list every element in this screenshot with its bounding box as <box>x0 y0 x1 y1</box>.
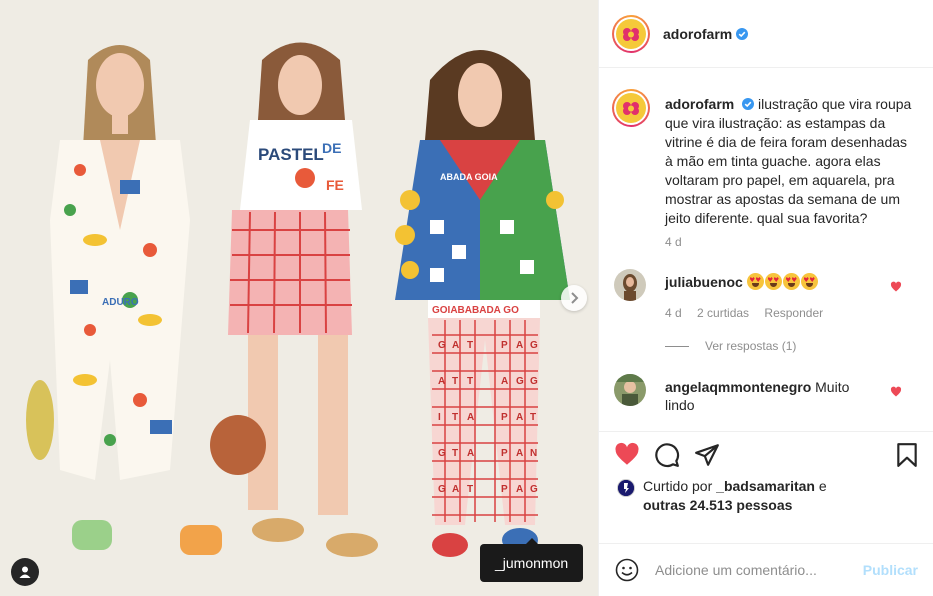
comment-avatar[interactable] <box>614 269 646 301</box>
post-image[interactable]: ADURO PASTEL DE FE ABADA GOIA GOIABABADA… <box>0 0 598 596</box>
comment-meta: 4 d 2 curtidas Responder <box>665 306 835 320</box>
shirt-print-line2: DE <box>322 140 341 156</box>
tagged-users-button[interactable] <box>11 558 39 586</box>
comment-input[interactable] <box>655 562 845 578</box>
pants-print-letter: A <box>516 412 523 423</box>
comments-list[interactable]: adorofarm ilustração que vira roupa que … <box>599 69 933 431</box>
image-user-tag-label: _jumonmon <box>495 555 569 571</box>
pants-print-letter: T <box>467 376 473 387</box>
emoji-picker-icon[interactable] <box>615 558 639 582</box>
liked-by-joiner: e <box>818 478 827 494</box>
account-username[interactable]: adorofarm <box>663 26 732 42</box>
caption-text: adorofarm ilustração que vira roupa que … <box>665 95 915 228</box>
pants-print-letter: P <box>501 412 508 423</box>
pants-print-letter: N <box>530 448 537 459</box>
pants-print-letter: T <box>467 484 473 495</box>
pants-print-letter: A <box>452 340 459 351</box>
shirt-print-line1: PASTEL <box>258 145 324 164</box>
pants-print-letter: G <box>530 376 538 387</box>
pants-print-letter: A <box>516 340 523 351</box>
comment-username[interactable]: angelaqmmontenegro <box>665 379 811 395</box>
fashion-illustration: ADURO PASTEL DE FE ABADA GOIA GOIABABADA… <box>0 0 598 596</box>
comment-timestamp[interactable]: 4 d <box>665 306 682 320</box>
liker-avatar[interactable] <box>617 479 635 497</box>
account-avatar[interactable] <box>612 14 650 53</box>
caption-body: ilustração que vira roupa que vira ilust… <box>665 96 912 226</box>
comment-text: juliabuenoc <box>665 273 865 291</box>
publish-button[interactable]: Publicar <box>863 562 918 578</box>
pants-print-letter: G <box>438 448 446 459</box>
pants-print-letter: A <box>438 376 445 387</box>
pants-print-letter: T <box>530 412 536 423</box>
pants-print-letter: A <box>516 448 523 459</box>
image-user-tag[interactable]: _jumonmon <box>480 538 584 582</box>
chevron-right-icon <box>571 292 579 304</box>
verified-badge-icon <box>742 98 755 110</box>
comment-like-heart-icon[interactable] <box>890 386 902 398</box>
pants-print-letter: A <box>467 448 474 459</box>
likes-count[interactable]: outras 24.513 pessoas <box>643 497 792 513</box>
comment-like-heart-icon[interactable] <box>890 281 902 293</box>
view-replies-button[interactable]: Ver respostas (1) <box>665 339 796 353</box>
comment-icon[interactable] <box>654 442 680 468</box>
pants-print-letter: T <box>452 412 458 423</box>
pants-print-letter: A <box>516 484 523 495</box>
add-comment-bar: Publicar <box>599 543 933 596</box>
pants-print-letter: G <box>530 340 538 351</box>
pants-print-letter: A <box>501 376 508 387</box>
pants-print-letter: I <box>438 412 441 423</box>
reply-button[interactable]: Responder <box>764 306 823 320</box>
save-bookmark-icon[interactable] <box>894 442 920 468</box>
pants-print-letter: G <box>438 340 446 351</box>
share-icon[interactable] <box>694 442 720 468</box>
caption-timestamp[interactable]: 4 d <box>665 235 682 249</box>
pants-print-letter: T <box>452 376 458 387</box>
liked-by-user[interactable]: _badsamaritan <box>716 478 815 494</box>
pants-print-letter: G <box>516 376 524 387</box>
like-heart-icon[interactable] <box>614 442 640 468</box>
verified-badge-icon <box>736 27 749 40</box>
pants-print-letter: P <box>501 340 508 351</box>
comment-likes-count[interactable]: 2 curtidas <box>697 306 749 320</box>
pants-print-letter: T <box>467 340 473 351</box>
post-panel: adorofarm adorofarm ilustração que vira … <box>598 0 933 596</box>
post-actions: Curtido por _badsamaritan e outras 24.51… <box>599 431 933 543</box>
pants-print-letter: T <box>452 448 458 459</box>
user-icon <box>19 566 31 578</box>
heart-eyes-emoji-icon <box>800 273 818 290</box>
post-header: adorofarm <box>599 0 933 68</box>
belt-print-label: GOIABABADA GO <box>432 305 519 316</box>
caption-username[interactable]: adorofarm <box>665 96 734 112</box>
flower-logo-icon <box>623 102 639 115</box>
heart-eyes-emoji-group <box>746 273 819 290</box>
comment-text: angelaqmmontenegro Muito lindo <box>665 378 865 414</box>
pants-print-letter: P <box>501 448 508 459</box>
jacket-print-label: ABADA GOIA <box>440 172 498 182</box>
pants-print-letter: A <box>452 484 459 495</box>
heart-eyes-emoji-icon <box>764 273 782 290</box>
pants-print-letter: P <box>501 484 508 495</box>
heart-eyes-emoji-icon <box>746 273 764 290</box>
pants-print-letter: A <box>467 412 474 423</box>
shirt-print-line3: FE <box>326 177 344 193</box>
pants-print-letter: G <box>530 484 538 495</box>
flower-logo-icon <box>623 27 639 41</box>
liked-by-prefix: Curtido por <box>643 478 713 494</box>
heart-eyes-emoji-icon <box>782 273 800 290</box>
comment-avatar[interactable] <box>614 374 646 406</box>
jumpsuit-print-label: ADURO <box>102 297 139 308</box>
liked-by: Curtido por _badsamaritan e outras 24.51… <box>617 477 917 515</box>
comment-username[interactable]: juliabuenoc <box>665 274 743 290</box>
pants-print-letter: G <box>438 484 446 495</box>
next-image-button[interactable] <box>561 285 587 311</box>
caption-avatar[interactable] <box>612 89 650 127</box>
view-replies-label: Ver respostas (1) <box>705 339 797 353</box>
